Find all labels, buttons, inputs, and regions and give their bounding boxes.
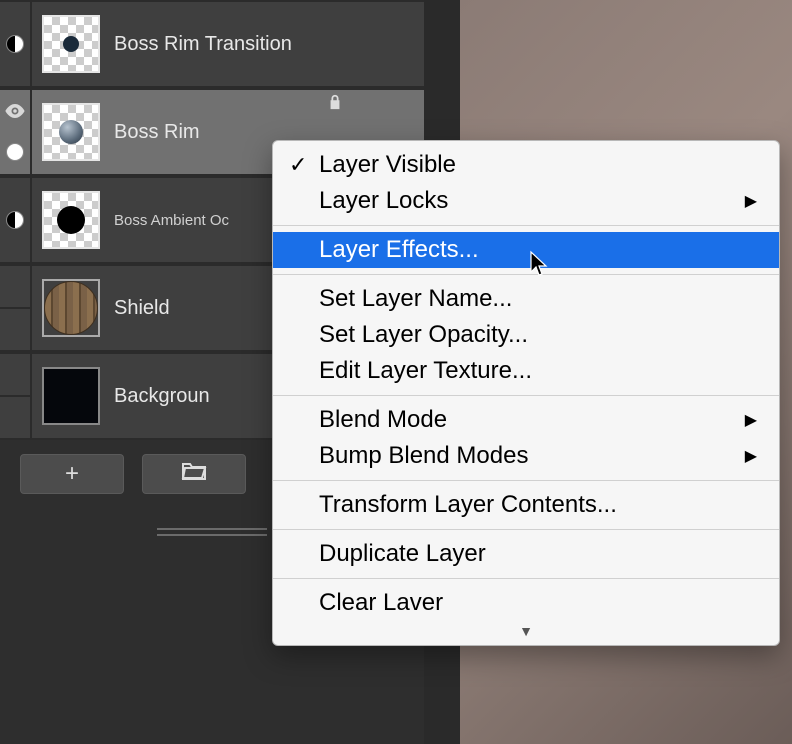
visibility-column[interactable] xyxy=(0,266,32,350)
thumb-dot-icon xyxy=(57,206,85,234)
submenu-arrow-icon: ▶ xyxy=(745,191,757,211)
menu-layer-visible[interactable]: ✓ Layer Visible xyxy=(273,147,779,183)
menu-separator xyxy=(273,529,779,530)
menu-label: Layer Locks xyxy=(319,187,448,215)
menu-duplicate-layer[interactable]: Duplicate Layer xyxy=(273,536,779,572)
menu-set-layer-name[interactable]: Set Layer Name... xyxy=(273,281,779,317)
menu-label: Set Layer Opacity... xyxy=(319,321,528,349)
visibility-column[interactable] xyxy=(0,90,32,174)
menu-label: Layer Effects... xyxy=(319,236,479,264)
layer-thumbnail[interactable] xyxy=(42,279,100,337)
menu-layer-locks[interactable]: Layer Locks ▶ xyxy=(273,183,779,219)
mask-icon xyxy=(6,143,24,161)
layer-name-label: Boss Ambient Oc xyxy=(114,212,229,229)
plus-icon: + xyxy=(65,460,79,488)
layer-thumbnail[interactable] xyxy=(42,367,100,425)
thumb-solid-icon xyxy=(44,369,98,423)
menu-label: Transform Layer Contents... xyxy=(319,491,617,519)
visibility-column[interactable] xyxy=(0,2,32,86)
thumb-dot-icon xyxy=(63,36,79,52)
menu-label: Edit Layer Texture... xyxy=(319,357,532,385)
menu-bump-blend-modes[interactable]: Bump Blend Modes ▶ xyxy=(273,438,779,474)
menu-label: Layer Visible xyxy=(319,151,456,179)
layer-thumbnail[interactable] xyxy=(42,191,100,249)
menu-blend-mode[interactable]: Blend Mode ▶ xyxy=(273,402,779,438)
eye-icon[interactable] xyxy=(4,104,26,123)
folder-icon xyxy=(181,460,207,488)
layer-context-menu: ✓ Layer Visible Layer Locks ▶ Layer Effe… xyxy=(272,140,780,646)
submenu-arrow-icon: ▶ xyxy=(745,410,757,430)
menu-label: Bump Blend Modes xyxy=(319,442,528,470)
menu-separator xyxy=(273,274,779,275)
menu-separator xyxy=(273,578,779,579)
check-icon: ✓ xyxy=(289,152,307,178)
layer-row[interactable]: Boss Rim Transition xyxy=(0,0,424,88)
menu-edit-layer-texture[interactable]: Edit Layer Texture... xyxy=(273,353,779,389)
visibility-column[interactable] xyxy=(0,178,32,262)
thumb-sphere-icon xyxy=(59,120,83,144)
open-folder-button[interactable] xyxy=(142,454,246,494)
layer-name-label: Boss Rim Transition xyxy=(114,33,292,56)
menu-label: Blend Mode xyxy=(319,406,447,434)
mask-icon xyxy=(6,211,24,229)
menu-label: Duplicate Layer xyxy=(319,540,486,568)
menu-clear-layer[interactable]: Clear Laver xyxy=(273,585,779,621)
menu-separator xyxy=(273,225,779,226)
mask-icon xyxy=(6,35,24,53)
menu-label: Clear Laver xyxy=(319,589,443,617)
menu-separator xyxy=(273,395,779,396)
submenu-arrow-icon: ▶ xyxy=(745,446,757,466)
layer-name-label: Backgroun xyxy=(114,385,210,408)
layer-thumbnail[interactable] xyxy=(42,103,100,161)
menu-scroll-down-icon[interactable]: ▼ xyxy=(273,621,779,639)
visibility-column[interactable] xyxy=(0,354,32,438)
menu-transform-layer-contents[interactable]: Transform Layer Contents... xyxy=(273,487,779,523)
menu-layer-effects[interactable]: Layer Effects... xyxy=(273,232,779,268)
menu-label: Set Layer Name... xyxy=(319,285,512,313)
lock-icon xyxy=(328,94,342,115)
thumb-wood-icon xyxy=(44,281,98,335)
layer-name-label: Boss Rim xyxy=(114,121,200,144)
menu-separator xyxy=(273,480,779,481)
layer-name-label: Shield xyxy=(114,297,170,320)
add-layer-button[interactable]: + xyxy=(20,454,124,494)
panel-drag-handle[interactable] xyxy=(157,528,267,536)
layer-thumbnail[interactable] xyxy=(42,15,100,73)
menu-set-layer-opacity[interactable]: Set Layer Opacity... xyxy=(273,317,779,353)
